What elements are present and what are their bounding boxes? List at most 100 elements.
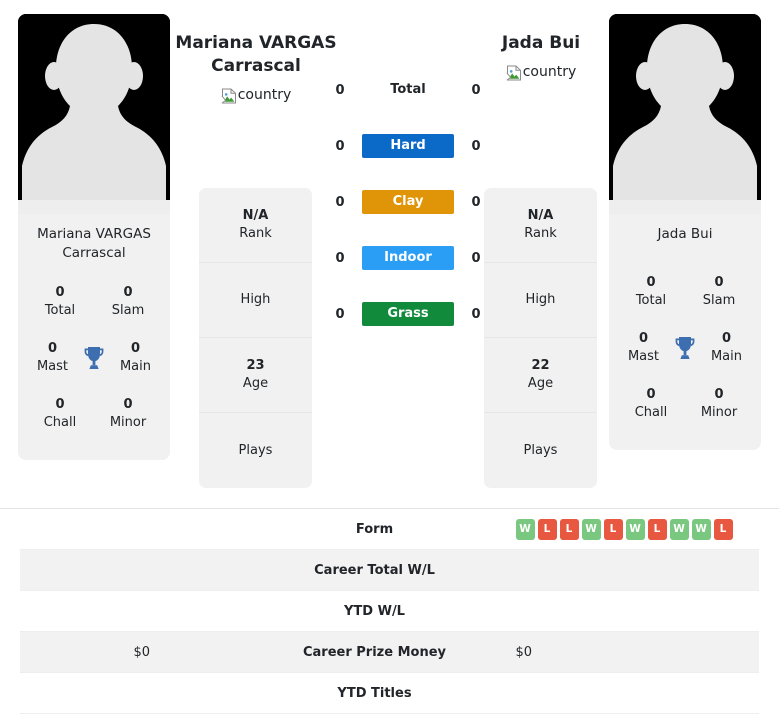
player-card-name-right: Jada Bui (609, 214, 761, 262)
form-badge-loss: L (559, 518, 579, 540)
stat-value: 0 (638, 331, 649, 346)
info-value: N/A (527, 208, 554, 223)
stat-mast-right: 0 Mast (617, 330, 670, 366)
player-name-left[interactable]: Mariana VARGAS Carrascal (166, 32, 346, 78)
stat-value: 0 (646, 387, 656, 402)
trophy-icon (79, 345, 109, 371)
stat-value: 0 (55, 397, 65, 412)
surface-label-total: Total (390, 82, 426, 97)
player-card-name-line1-right: Jada Bui (657, 226, 713, 242)
stat-value: 0 (123, 397, 133, 412)
stat-label: Main (119, 359, 152, 374)
info-rank-right: N/A Rank (484, 188, 597, 263)
titles-grid-right: 0 Total 0 Slam 0 Mast 0 Main 0 Chall 0 M… (609, 262, 761, 450)
row-left-value: $0 (133, 644, 151, 660)
form-badge-loss: L (603, 518, 623, 540)
surface-right-value: 0 (471, 82, 481, 98)
stat-value: 0 (130, 341, 141, 356)
player-info-card-right: N/A Rank High 22 Age Plays (484, 188, 597, 488)
info-value: 23 (246, 358, 265, 373)
player-name-right[interactable]: Jada Bui (451, 32, 631, 55)
trophy-icon (670, 335, 700, 361)
surface-row-clay: 0 Clay 0 (332, 174, 484, 230)
form-badge-win: W (515, 518, 535, 540)
info-high-left: High (199, 263, 312, 338)
row-right-value: WLLWLWLWWL (470, 518, 760, 540)
surface-right-value: 0 (471, 138, 481, 154)
surface-right-value: 0 (471, 306, 481, 322)
stat-value: 0 (721, 331, 732, 346)
player-card-name-line2-left: Carrascal (62, 245, 126, 261)
stat-main-left: 0 Main (109, 340, 162, 376)
stat-label: Slam (702, 293, 736, 308)
info-label: High (525, 292, 556, 307)
info-label: Rank (239, 226, 272, 241)
titles-row: 0 Chall 0 Minor (617, 376, 753, 432)
stat-value: 0 (55, 285, 65, 300)
surface-row-hard: 0 Hard 0 (332, 118, 484, 174)
info-label: High (240, 292, 271, 307)
info-plays-left: Plays (199, 413, 312, 488)
titles-row: 0 Mast 0 Main (617, 320, 753, 376)
info-label: Rank (524, 226, 557, 241)
form-badges: WLLWLWLWWL (515, 518, 733, 540)
form-badge-loss: L (537, 518, 557, 540)
surface-badge-clay[interactable]: Clay (362, 190, 454, 214)
stat-label: Chall (634, 405, 668, 420)
info-age-left: 23 Age (199, 338, 312, 413)
info-label: Age (527, 376, 554, 391)
titles-row: 0 Mast 0 Main (26, 330, 162, 386)
table-row-career-total-wl: Career Total W/L (20, 550, 759, 591)
player-card-name-line1-left: Mariana VARGAS (37, 226, 151, 242)
stat-label: Chall (43, 415, 77, 430)
surface-row-grass: 0 Grass 0 (332, 286, 484, 342)
comparison-stats-table: Form WLLWLWLWWL Career Total W/L YTD W/L… (0, 508, 779, 714)
surface-row-total: 0 Total 0 (332, 62, 484, 118)
surface-left-value: 0 (335, 82, 345, 98)
row-label-career-total-wl: Career Total W/L (314, 562, 435, 578)
titles-row: 0 Total 0 Slam (26, 274, 162, 330)
stat-label: Slam (111, 303, 145, 318)
surface-left-value: 0 (335, 138, 345, 154)
titles-row: 0 Chall 0 Minor (26, 386, 162, 442)
form-badge-win: W (669, 518, 689, 540)
stat-label: Total (635, 293, 667, 308)
stat-total-right: 0 Total (617, 274, 685, 310)
stat-value: 0 (714, 275, 724, 290)
stat-value: 0 (646, 275, 656, 290)
surface-badge-indoor[interactable]: Indoor (362, 246, 454, 270)
info-value: N/A (242, 208, 269, 223)
player-avatar-right (609, 14, 761, 214)
player-photo-card-right: Jada Bui 0 Total 0 Slam 0 Mast 0 Main 0 … (609, 14, 761, 450)
row-right-value: $0 (515, 644, 533, 660)
broken-image-icon (221, 88, 237, 104)
surface-right-value: 0 (471, 250, 481, 266)
row-label-career-prize-money: Career Prize Money (302, 644, 446, 660)
info-label: Age (242, 376, 269, 391)
country-flag-left: country (221, 87, 291, 104)
stat-label: Mast (627, 349, 660, 364)
comparison-header-area: Mariana VARGAS Carrascal 0 Total 0 Slam (0, 0, 779, 500)
table-row-ytd-titles: YTD Titles (20, 673, 759, 714)
surface-left-value: 0 (335, 250, 345, 266)
stat-value: 0 (47, 341, 58, 356)
player-card-name-left: Mariana VARGAS Carrascal (18, 214, 170, 272)
titles-grid-left: 0 Total 0 Slam 0 Mast 0 Main 0 Chall 0 M… (18, 272, 170, 460)
stat-chall-right: 0 Chall (617, 386, 685, 422)
country-alt-text-right: country (522, 64, 577, 80)
stat-chall-left: 0 Chall (26, 396, 94, 432)
form-badge-win: W (581, 518, 601, 540)
stat-total-left: 0 Total (26, 284, 94, 320)
stat-mast-left: 0 Mast (26, 340, 79, 376)
surface-left-value: 0 (335, 194, 345, 210)
info-label: Plays (523, 442, 558, 458)
form-badge-win: W (625, 518, 645, 540)
stat-value: 0 (714, 387, 724, 402)
surface-badge-grass[interactable]: Grass (362, 302, 454, 326)
row-label-ytd-wl: YTD W/L (344, 603, 405, 619)
surface-badge-hard[interactable]: Hard (362, 134, 454, 158)
broken-image-icon (506, 65, 522, 81)
player-name-line1-left: Mariana VARGAS (175, 33, 337, 53)
stat-label: Minor (109, 415, 147, 430)
info-plays-right: Plays (484, 413, 597, 488)
